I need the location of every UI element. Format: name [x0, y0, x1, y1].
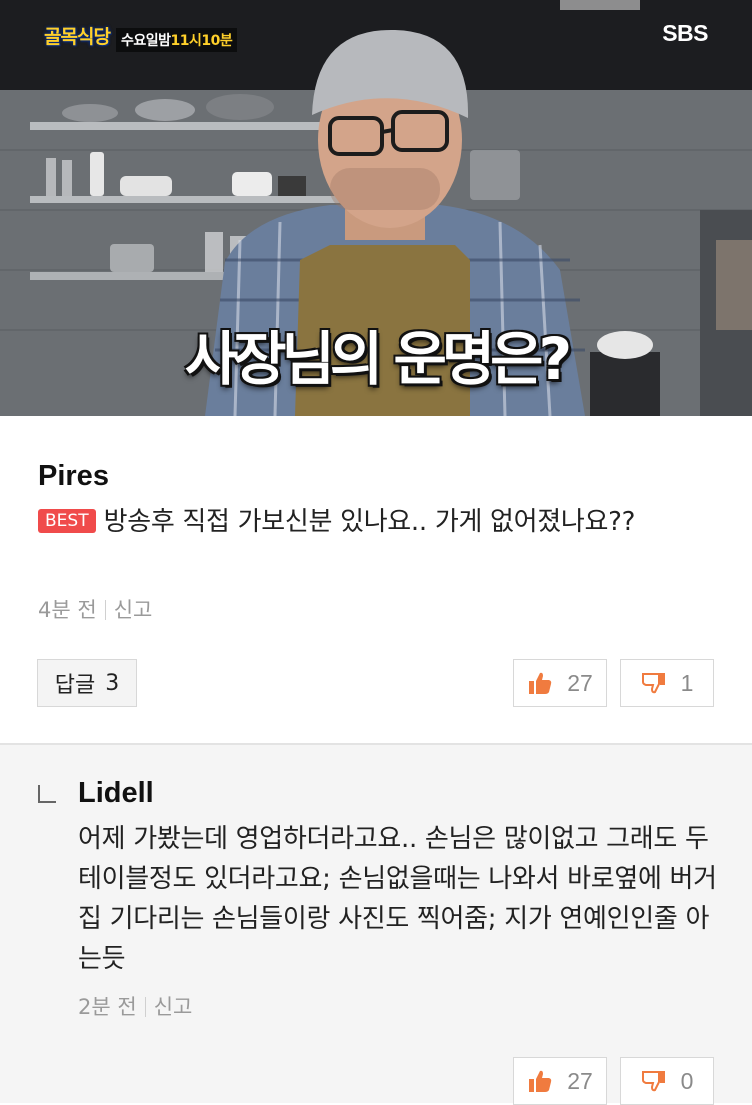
thumbs-down-icon — [641, 673, 665, 694]
reply-count: 3 — [105, 670, 120, 696]
dislike-button[interactable]: 1 — [620, 659, 714, 707]
reply-like-button[interactable]: 27 — [513, 1057, 607, 1105]
like-button[interactable]: 27 — [513, 659, 607, 707]
reply-comment: Lidell 어제 가봤는데 영업하더라고요.. 손님은 많이없고 그래도 두테… — [0, 745, 752, 1105]
reply-time: 2분 전 — [78, 995, 137, 1019]
best-badge: BEST — [38, 509, 96, 533]
best-comment: Pires BEST 방송후 직접 가보신분 있나요.. 가게 없어졌나요?? 4… — [0, 416, 752, 745]
reply-meta: 2분 전 신고 — [78, 991, 192, 1021]
comment-meta: 4분 전 신고 — [38, 594, 152, 624]
schedule-day: 수요일밤 — [121, 33, 171, 49]
reply-count-button[interactable]: 답글 3 — [37, 659, 137, 707]
network-logo: SBS — [662, 20, 708, 46]
schedule-time: 11시10분 — [170, 33, 233, 49]
comment-author[interactable]: Pires — [38, 460, 109, 493]
dislike-count: 1 — [680, 669, 694, 696]
comment-text: 방송후 직접 가보신분 있나요.. 가게 없어졌나요?? — [103, 507, 636, 537]
report-link[interactable]: 신고 — [154, 995, 193, 1019]
comment-time: 4분 전 — [38, 598, 97, 622]
show-logo: 골목식당 — [44, 26, 111, 48]
reply-dislike-button[interactable]: 0 — [620, 1057, 714, 1105]
meta-divider — [144, 997, 146, 1017]
meta-divider — [104, 600, 106, 620]
like-count: 27 — [567, 669, 593, 696]
reply-label: 답글 — [54, 673, 96, 698]
broadcast-schedule: 수요일밤11시10분 — [116, 28, 238, 52]
reply-like-count: 27 — [567, 1067, 593, 1094]
thumbs-up-icon — [529, 672, 552, 694]
thumbs-up-icon — [529, 1070, 552, 1092]
video-thumbnail[interactable]: 골목식당 수요일밤11시10분 SBS 사장님의 운명은? — [0, 0, 752, 416]
comment-body: BEST 방송후 직접 가보신분 있나요.. 가게 없어졌나요?? — [38, 502, 718, 542]
video-caption: 사장님의 운명은? — [184, 325, 572, 393]
reply-dislike-count: 0 — [680, 1067, 694, 1094]
report-link[interactable]: 신고 — [114, 598, 153, 622]
thumbs-down-icon — [641, 1071, 665, 1092]
reply-indent-icon — [38, 785, 56, 803]
reply-author[interactable]: Lidell — [78, 777, 154, 810]
reply-text: 어제 가봤는데 영업하더라고요.. 손님은 많이없고 그래도 두테이블정도 있더… — [78, 824, 717, 974]
